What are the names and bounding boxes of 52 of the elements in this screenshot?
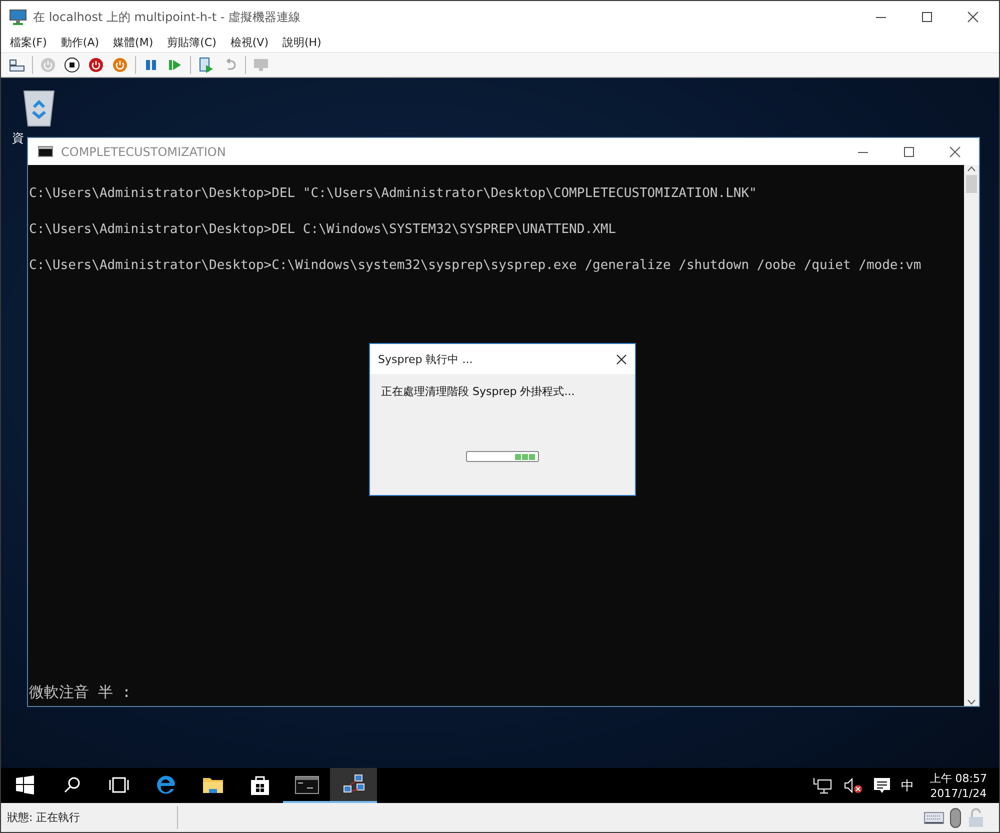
console-icon bbox=[294, 776, 318, 794]
input-method-indicator[interactable]: 中 bbox=[900, 776, 914, 794]
keyboard-icon bbox=[924, 812, 944, 824]
window-title: 在 localhost 上的 multipoint-h-t - 虛擬機器連線 bbox=[33, 8, 302, 26]
clock[interactable]: 上午 08:57 2017/1/24 bbox=[930, 770, 987, 800]
dialog-title: Sysprep 執行中 ... bbox=[378, 352, 474, 366]
status-text: 狀態: 正在執行 bbox=[7, 810, 82, 825]
close-icon[interactable] bbox=[616, 354, 627, 364]
ime-status: 微軟注音 半 : bbox=[29, 683, 132, 703]
monitor-icon bbox=[9, 9, 27, 25]
scroll-down-icon[interactable] bbox=[967, 698, 976, 706]
dialog-message: 正在處理清理階段 Sysprep 外掛程式... bbox=[381, 384, 576, 399]
scrollbar-thumb[interactable] bbox=[966, 175, 977, 193]
notification-icon[interactable] bbox=[872, 776, 891, 794]
menu-item[interactable]: 媒體(M) bbox=[108, 35, 158, 50]
pause-icon[interactable] bbox=[143, 57, 159, 73]
console-line: C:\Users\Administrator\Desktop>DEL "C:\Users\Administrator\Desktop\COMPLETECUSTOMIZATION.LNK" bbox=[29, 185, 758, 203]
play-icon[interactable] bbox=[167, 57, 183, 73]
menu-item[interactable]: 動作(A) bbox=[56, 35, 104, 50]
console-icon bbox=[38, 146, 53, 157]
browser-icon bbox=[154, 774, 176, 796]
store-icon bbox=[250, 774, 270, 796]
mouse-icon bbox=[950, 808, 961, 828]
search-icon bbox=[62, 774, 82, 794]
close-icon[interactable] bbox=[949, 146, 961, 158]
task-view-icon bbox=[108, 774, 130, 794]
menu-item[interactable]: 剪貼簿(C) bbox=[162, 35, 222, 50]
scroll-up-icon[interactable] bbox=[967, 165, 976, 173]
console-line: C:\Users\Administrator\Desktop>DEL C:\Windows\SYSTEM32\SYSPREP\UNATTEND.XML bbox=[29, 221, 617, 239]
power-icon[interactable] bbox=[112, 57, 128, 73]
clock-time: 上午 08:57 bbox=[930, 770, 987, 786]
scrollbar[interactable] bbox=[964, 165, 979, 706]
lock-icon bbox=[967, 808, 985, 828]
checkpoint-icon[interactable] bbox=[198, 57, 214, 73]
connect-icon[interactable] bbox=[9, 58, 25, 72]
maximize-icon[interactable] bbox=[903, 146, 915, 158]
console-line: C:\Users\Administrator\Desktop>C:\Windows\system32\sysprep\sysprep.exe /generalize /shutdown /oobe /quiet /mode:vm bbox=[29, 257, 922, 275]
menu-item[interactable]: 說明(H) bbox=[277, 35, 326, 50]
power-icon[interactable] bbox=[88, 57, 104, 73]
close-icon[interactable] bbox=[967, 11, 979, 23]
menu-item[interactable]: 檔案(F) bbox=[5, 35, 52, 50]
network-taskbar-button[interactable] bbox=[330, 768, 377, 803]
start-icon bbox=[14, 774, 34, 794]
console-title: COMPLETECUSTOMIZATION bbox=[61, 144, 227, 158]
clock-date: 2017/1/24 bbox=[930, 786, 987, 800]
network-icon bbox=[342, 774, 366, 796]
desktop-icon-label: 資 bbox=[12, 130, 24, 147]
menu-item[interactable]: 檢視(V) bbox=[225, 35, 274, 50]
stop-icon[interactable] bbox=[64, 57, 80, 73]
maximize-icon[interactable] bbox=[921, 11, 933, 23]
volume-muted-icon[interactable] bbox=[842, 776, 863, 794]
network-status-icon[interactable] bbox=[812, 776, 833, 794]
